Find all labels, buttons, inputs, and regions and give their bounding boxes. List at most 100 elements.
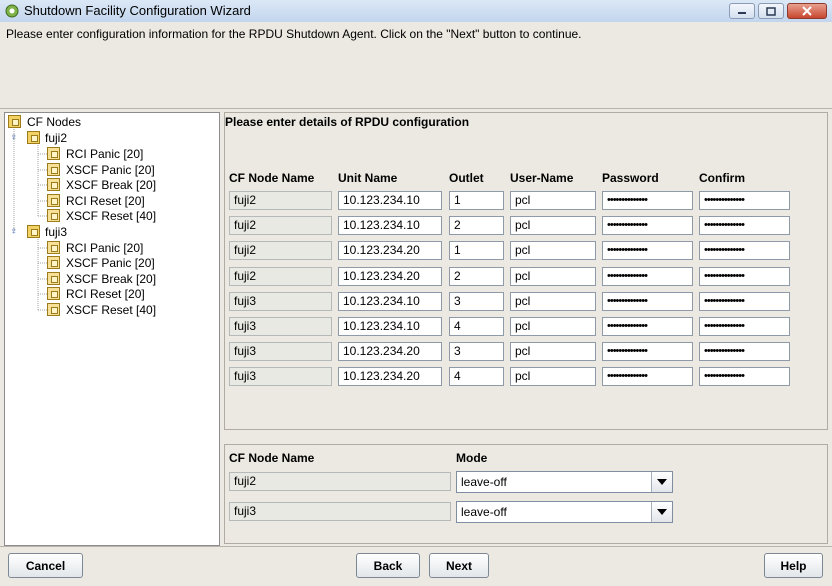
confirm-password-input[interactable]: ••••••••••••••: [699, 191, 790, 210]
tree-leaf-label: RCI Reset [20]: [66, 194, 145, 208]
password-input[interactable]: ••••••••••••••: [602, 241, 693, 261]
cf-node-field: fuji3: [229, 317, 332, 336]
next-button[interactable]: Next: [429, 553, 489, 578]
confirm-password-input[interactable]: ••••••••••••••: [699, 342, 790, 362]
confirm-password-input[interactable]: ••••••••••••••: [699, 317, 790, 336]
cf-node-field: fuji2: [229, 216, 332, 236]
confirm-password-input[interactable]: ••••••••••••••: [699, 241, 790, 261]
agent-icon: [47, 194, 60, 207]
mode-node-field: fuji3: [229, 502, 451, 521]
password-input[interactable]: ••••••••••••••: [602, 342, 693, 362]
column-header-outlet: Outlet: [449, 171, 484, 185]
unit-name-input[interactable]: 10.123.234.10: [338, 216, 442, 236]
outlet-input[interactable]: 4: [449, 317, 504, 336]
column-header-password: Password: [602, 171, 659, 185]
folder-icon: [27, 225, 40, 238]
unit-name-input[interactable]: 10.123.234.20: [338, 342, 442, 362]
agent-icon: [47, 241, 60, 254]
outlet-input[interactable]: 4: [449, 367, 504, 387]
column-header-cf-node: CF Node Name: [229, 451, 315, 465]
password-input[interactable]: ••••••••••••••: [602, 291, 693, 311]
title-bar: Shutdown Facility Configuration Wizard: [0, 0, 832, 23]
user-name-input[interactable]: pcl: [510, 317, 596, 336]
tree-leaf-label: RCI Panic [20]: [66, 241, 144, 255]
user-name-input[interactable]: pcl: [510, 216, 596, 236]
help-button[interactable]: Help: [764, 553, 823, 578]
folder-icon: [8, 115, 21, 128]
expand-toggle-icon[interactable]: ♀: [10, 226, 18, 237]
column-header-cf-node: CF Node Name: [229, 171, 315, 185]
back-button[interactable]: Back: [356, 553, 420, 578]
user-name-input[interactable]: pcl: [510, 291, 596, 311]
tree-leaf-label: XSCF Panic [20]: [66, 163, 155, 177]
mode-select[interactable]: leave-off: [456, 501, 673, 523]
user-name-input[interactable]: pcl: [510, 241, 596, 261]
unit-name-input[interactable]: 10.123.234.10: [338, 291, 442, 311]
password-input[interactable]: ••••••••••••••: [602, 367, 693, 387]
mode-select-value: leave-off: [461, 505, 507, 519]
tree-leaf-label: XSCF Reset [40]: [66, 303, 157, 317]
user-name-input[interactable]: pcl: [510, 367, 596, 387]
password-input[interactable]: ••••••••••••••: [602, 266, 693, 286]
tree-leaf-label: XSCF Panic [20]: [66, 256, 155, 270]
column-header-confirm: Confirm: [699, 171, 745, 185]
instruction-text: Please enter configuration information f…: [6, 27, 582, 41]
password-input[interactable]: ••••••••••••••: [602, 191, 693, 210]
cf-node-field: fuji3: [229, 367, 332, 387]
unit-name-input[interactable]: 10.123.234.20: [338, 367, 442, 387]
outlet-input[interactable]: 3: [449, 342, 504, 362]
app-icon: [5, 4, 19, 18]
mode-select-value: leave-off: [461, 475, 507, 489]
tree-leaf-label: RCI Reset [20]: [66, 287, 145, 301]
agent-icon: [47, 303, 60, 316]
confirm-password-input[interactable]: ••••••••••••••: [699, 216, 790, 236]
mode-node-field: fuji2: [229, 472, 451, 491]
dropdown-arrow-icon[interactable]: [651, 472, 672, 492]
tree-leaf-label: RCI Panic [20]: [66, 147, 144, 161]
close-icon: [802, 6, 812, 16]
agent-icon: [47, 272, 60, 285]
confirm-password-input[interactable]: ••••••••••••••: [699, 367, 790, 387]
cf-node-field: fuji2: [229, 191, 332, 210]
expand-toggle-icon[interactable]: ♀: [10, 132, 18, 143]
outlet-input[interactable]: 1: [449, 191, 504, 210]
tree-node-label: fuji2: [45, 131, 68, 145]
column-header-unit: Unit Name: [338, 171, 398, 185]
unit-name-input[interactable]: 10.123.234.20: [338, 266, 442, 286]
mode-panel: CF Node Name Mode fuji2 leave-off fuji3 …: [224, 444, 828, 544]
user-name-input[interactable]: pcl: [510, 191, 596, 210]
rpdu-details-panel: Please enter details of RPDU configurati…: [224, 112, 828, 430]
password-input[interactable]: ••••••••••••••: [602, 317, 693, 336]
unit-name-input[interactable]: 10.123.234.20: [338, 241, 442, 261]
maximize-icon: [766, 6, 776, 16]
tree-node-label: fuji3: [45, 225, 68, 239]
instruction-area: Please enter configuration information f…: [0, 22, 832, 109]
agent-icon: [47, 256, 60, 269]
mode-select[interactable]: leave-off: [456, 471, 673, 493]
tree-root-label: CF Nodes: [27, 115, 82, 129]
password-input[interactable]: ••••••••••••••: [602, 216, 693, 236]
confirm-password-input[interactable]: ••••••••••••••: [699, 291, 790, 311]
unit-name-input[interactable]: 10.123.234.10: [338, 191, 442, 210]
maximize-button[interactable]: [758, 3, 784, 19]
cancel-button[interactable]: Cancel: [8, 553, 83, 578]
confirm-password-input[interactable]: ••••••••••••••: [699, 266, 790, 286]
rpdu-heading: Please enter details of RPDU configurati…: [225, 115, 470, 129]
minimize-button[interactable]: [729, 3, 755, 19]
agent-icon: [47, 163, 60, 176]
column-header-mode: Mode: [456, 451, 488, 465]
dropdown-arrow-icon[interactable]: [651, 502, 672, 522]
tree-leaf-label: XSCF Break [20]: [66, 178, 157, 192]
tree-leaf-label: XSCF Reset [40]: [66, 209, 157, 223]
column-header-user: User-Name: [510, 171, 574, 185]
user-name-input[interactable]: pcl: [510, 266, 596, 286]
outlet-input[interactable]: 2: [449, 266, 504, 286]
outlet-input[interactable]: 2: [449, 216, 504, 236]
cf-node-field: fuji3: [229, 291, 332, 311]
outlet-input[interactable]: 1: [449, 241, 504, 261]
user-name-input[interactable]: pcl: [510, 342, 596, 362]
cf-node-field: fuji3: [229, 342, 332, 362]
unit-name-input[interactable]: 10.123.234.10: [338, 317, 442, 336]
outlet-input[interactable]: 3: [449, 291, 504, 311]
close-button[interactable]: [787, 3, 827, 19]
